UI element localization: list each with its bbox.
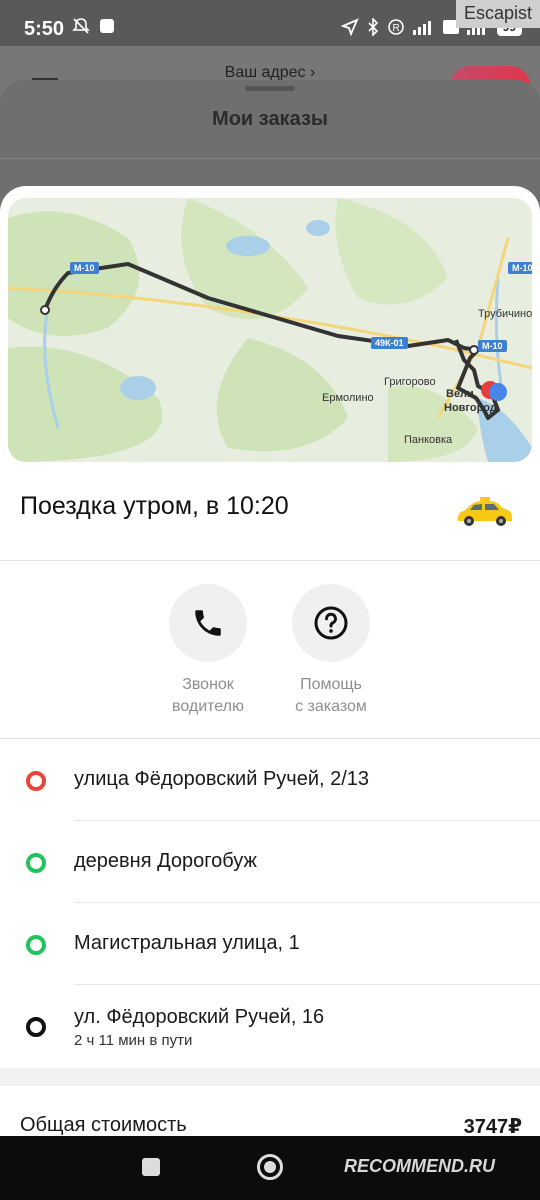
divider [0,158,540,159]
call-label-line2: водителю [172,698,244,715]
question-icon [314,606,348,640]
home-button[interactable] [257,1154,283,1180]
lake [120,376,156,400]
mute-icon [72,18,90,34]
route-waypoint [40,305,50,315]
call-label-line1: Звонок [182,676,234,693]
call-button-circle[interactable] [169,584,247,662]
total-label: Общая стоимость [20,1114,187,1136]
taxi-car-icon [454,496,514,533]
map-label: Вели [446,388,474,400]
trip-title: Поездка утром, в 10:20 [20,492,289,520]
location-icon [340,18,359,36]
map-label: Панковка [404,434,453,446]
divider [74,820,540,821]
map-label: Трубичино [478,308,532,320]
map-label: Григорово [384,376,436,388]
start-point-icon [26,771,46,791]
notification-icon [100,19,114,33]
registered-icon: R [387,19,404,35]
road-shield: 49К-01 [371,337,408,349]
call-driver-button[interactable]: Звонок водителю [158,584,258,718]
order-detail-sheet: М-10 М-10 49К-01 М-10 Трубичино Григоров… [0,186,540,1146]
map-label: Новгород [444,402,497,414]
orders-sheet-handle[interactable] [245,86,295,91]
bluetooth-icon [368,18,378,36]
route-address: деревня Дорогобуж [74,850,257,872]
divider [0,560,540,561]
divider [0,738,540,739]
stop-point-icon [26,935,46,955]
svg-text:R: R [392,23,399,34]
destination-point-icon [26,1017,46,1037]
route-waypoint [469,345,479,355]
route-point-start[interactable]: улица Фёдоровский Ручей, 2/13 [0,740,540,822]
route-map[interactable]: М-10 М-10 49К-01 М-10 Трубичино Григоров… [8,198,532,462]
section-separator [0,1068,540,1086]
watermark-top: Escapist [455,0,540,28]
lake [306,220,330,236]
route-address: ул. Фёдоровский Ручей, 16 [74,1006,325,1028]
route-address: Магистральная улица, 1 [74,932,300,954]
user-location-marker [489,383,507,401]
route-address: улица Фёдоровский Ручей, 2/13 [74,768,370,790]
help-button-circle[interactable] [292,584,370,662]
map-label: Ермолино [322,392,374,404]
order-help-button[interactable]: Помощь с заказом [281,584,381,718]
divider [74,984,540,985]
road-shield: М-10 [508,262,532,274]
route-duration: 2 ч 11 мин в пути [74,1032,193,1049]
road-shield: М-10 [478,340,507,352]
watermark-bottom: RECOMMEND.RU [344,1156,495,1176]
phone-icon [195,610,221,636]
divider [74,902,540,903]
status-left-icons [72,17,114,35]
route-point-stop[interactable]: деревня Дорогобуж [0,822,540,904]
system-nav-bar: RECOMMEND.RU [0,1136,540,1200]
map-graphic [8,198,532,462]
route-point-destination[interactable]: ул. Фёдоровский Ручей, 16 2 ч 11 мин в п… [0,986,540,1068]
road-shield: М-10 [70,262,99,274]
help-label-line1: Помощь [300,676,362,693]
lake [226,236,270,256]
help-label-line2: с заказом [295,698,367,715]
recents-button[interactable] [142,1158,160,1176]
route-point-stop[interactable]: Магистральная улица, 1 [0,904,540,986]
status-time: 5:50 [24,18,65,40]
orders-title: Мои заказы [212,108,328,130]
signal-icon [412,21,431,35]
stop-point-icon [26,853,46,873]
